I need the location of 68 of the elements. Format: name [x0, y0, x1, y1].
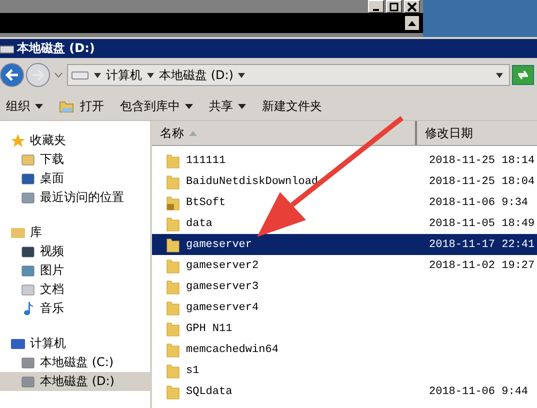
music-icon	[24, 302, 33, 315]
file-row[interactable]: SQLdata 2018-11-06 9:44	[152, 381, 537, 402]
sidebar-item[interactable]: 下载	[0, 150, 150, 169]
column-header[interactable]: 修改日期	[417, 121, 537, 145]
sidebar-item[interactable]: 本地磁盘 (C:)	[0, 353, 150, 372]
locked-folder-icon	[166, 194, 180, 210]
caret-icon	[35, 104, 43, 108]
file-row[interactable]: data 2018-11-05 18:49	[152, 213, 537, 234]
sidebar-item[interactable]: 桌面	[0, 169, 150, 188]
sidebar-item[interactable]: 视频	[0, 242, 150, 261]
file-row[interactable]: GPH N11	[152, 318, 537, 339]
column-header[interactable]: 名称	[152, 121, 417, 145]
file-row[interactable]: memcachedwin64	[152, 339, 537, 360]
sidebar-item[interactable]: 文档	[0, 280, 150, 299]
star-icon	[11, 134, 25, 147]
caret-icon	[238, 104, 246, 108]
back-arrow-icon	[5, 69, 19, 81]
caret-icon[interactable]	[147, 72, 154, 78]
file-row[interactable]: gameserver3	[152, 276, 537, 297]
scroll-up-icon[interactable]	[405, 16, 419, 30]
toolbar-button[interactable]: 组织	[3, 96, 46, 116]
toolbar-button[interactable]: 包含到库中	[117, 96, 196, 116]
sidebar-item[interactable]: 音乐	[0, 299, 150, 318]
sidebar-item[interactable]: 本地磁盘 (D:)	[0, 372, 150, 391]
folder-icon	[166, 278, 180, 294]
file-row[interactable]: BtSoft 2018-11-06 9:34	[152, 192, 537, 213]
sidebar-item[interactable]: 计算机	[0, 334, 150, 353]
maximize-icon[interactable]	[386, 0, 402, 13]
breadcrumb-item[interactable]: 计算机	[106, 66, 142, 84]
caret-icon	[185, 104, 193, 108]
address-field[interactable]: 计算机 本地磁盘 (D:)	[67, 64, 510, 86]
caret-icon[interactable]	[94, 72, 101, 78]
sidebar-item[interactable]: 图片	[0, 261, 150, 280]
close-icon[interactable]	[404, 0, 420, 13]
folder-icon	[166, 174, 180, 190]
folder-icon	[166, 236, 180, 252]
file-row[interactable]: gameserver4	[152, 297, 537, 318]
caret-icon[interactable]	[238, 72, 246, 78]
refresh-icon	[516, 69, 530, 81]
folder-icon	[59, 99, 75, 113]
refresh-button[interactable]	[512, 65, 534, 85]
minimize-icon[interactable]	[368, 0, 384, 13]
file-row[interactable]: BaiduNetdiskDownload 2018-11-25 18:04	[152, 171, 537, 192]
folder-icon	[166, 320, 180, 336]
folder-icon	[166, 300, 180, 316]
toolbar-button[interactable]: 共享	[206, 96, 249, 116]
folder-icon	[166, 216, 180, 232]
folder-icon	[166, 362, 180, 378]
window-title: 本地磁盘 (D:)	[17, 40, 95, 57]
sidebar-item[interactable]: 最近访问的位置	[0, 188, 150, 207]
breadcrumb-item[interactable]: 本地磁盘 (D:)	[159, 66, 234, 84]
file-row[interactable]: gameserver 2018-11-17 22:41	[152, 234, 537, 255]
sidebar-item[interactable]: 收藏夹	[0, 131, 150, 150]
file-row[interactable]: s1	[152, 360, 537, 381]
folder-icon	[166, 258, 180, 274]
back-button[interactable]	[0, 63, 24, 87]
toolbar-button[interactable]: 打开	[56, 96, 107, 116]
folder-icon	[166, 152, 180, 168]
folder-icon	[166, 384, 180, 400]
dropdown-caret-icon[interactable]	[496, 72, 503, 78]
history-dropdown-icon[interactable]	[54, 72, 63, 78]
forward-arrow-icon	[31, 69, 45, 81]
file-row[interactable]: gameserver2 2018-11-02 19:27	[152, 255, 537, 276]
sidebar-item[interactable]: 库	[0, 223, 150, 242]
folder-icon	[166, 342, 180, 358]
file-row[interactable]: 111111 2018-11-25 18:14	[152, 150, 537, 171]
toolbar-button[interactable]: 新建文件夹	[259, 96, 325, 116]
forward-button[interactable]	[26, 63, 50, 87]
